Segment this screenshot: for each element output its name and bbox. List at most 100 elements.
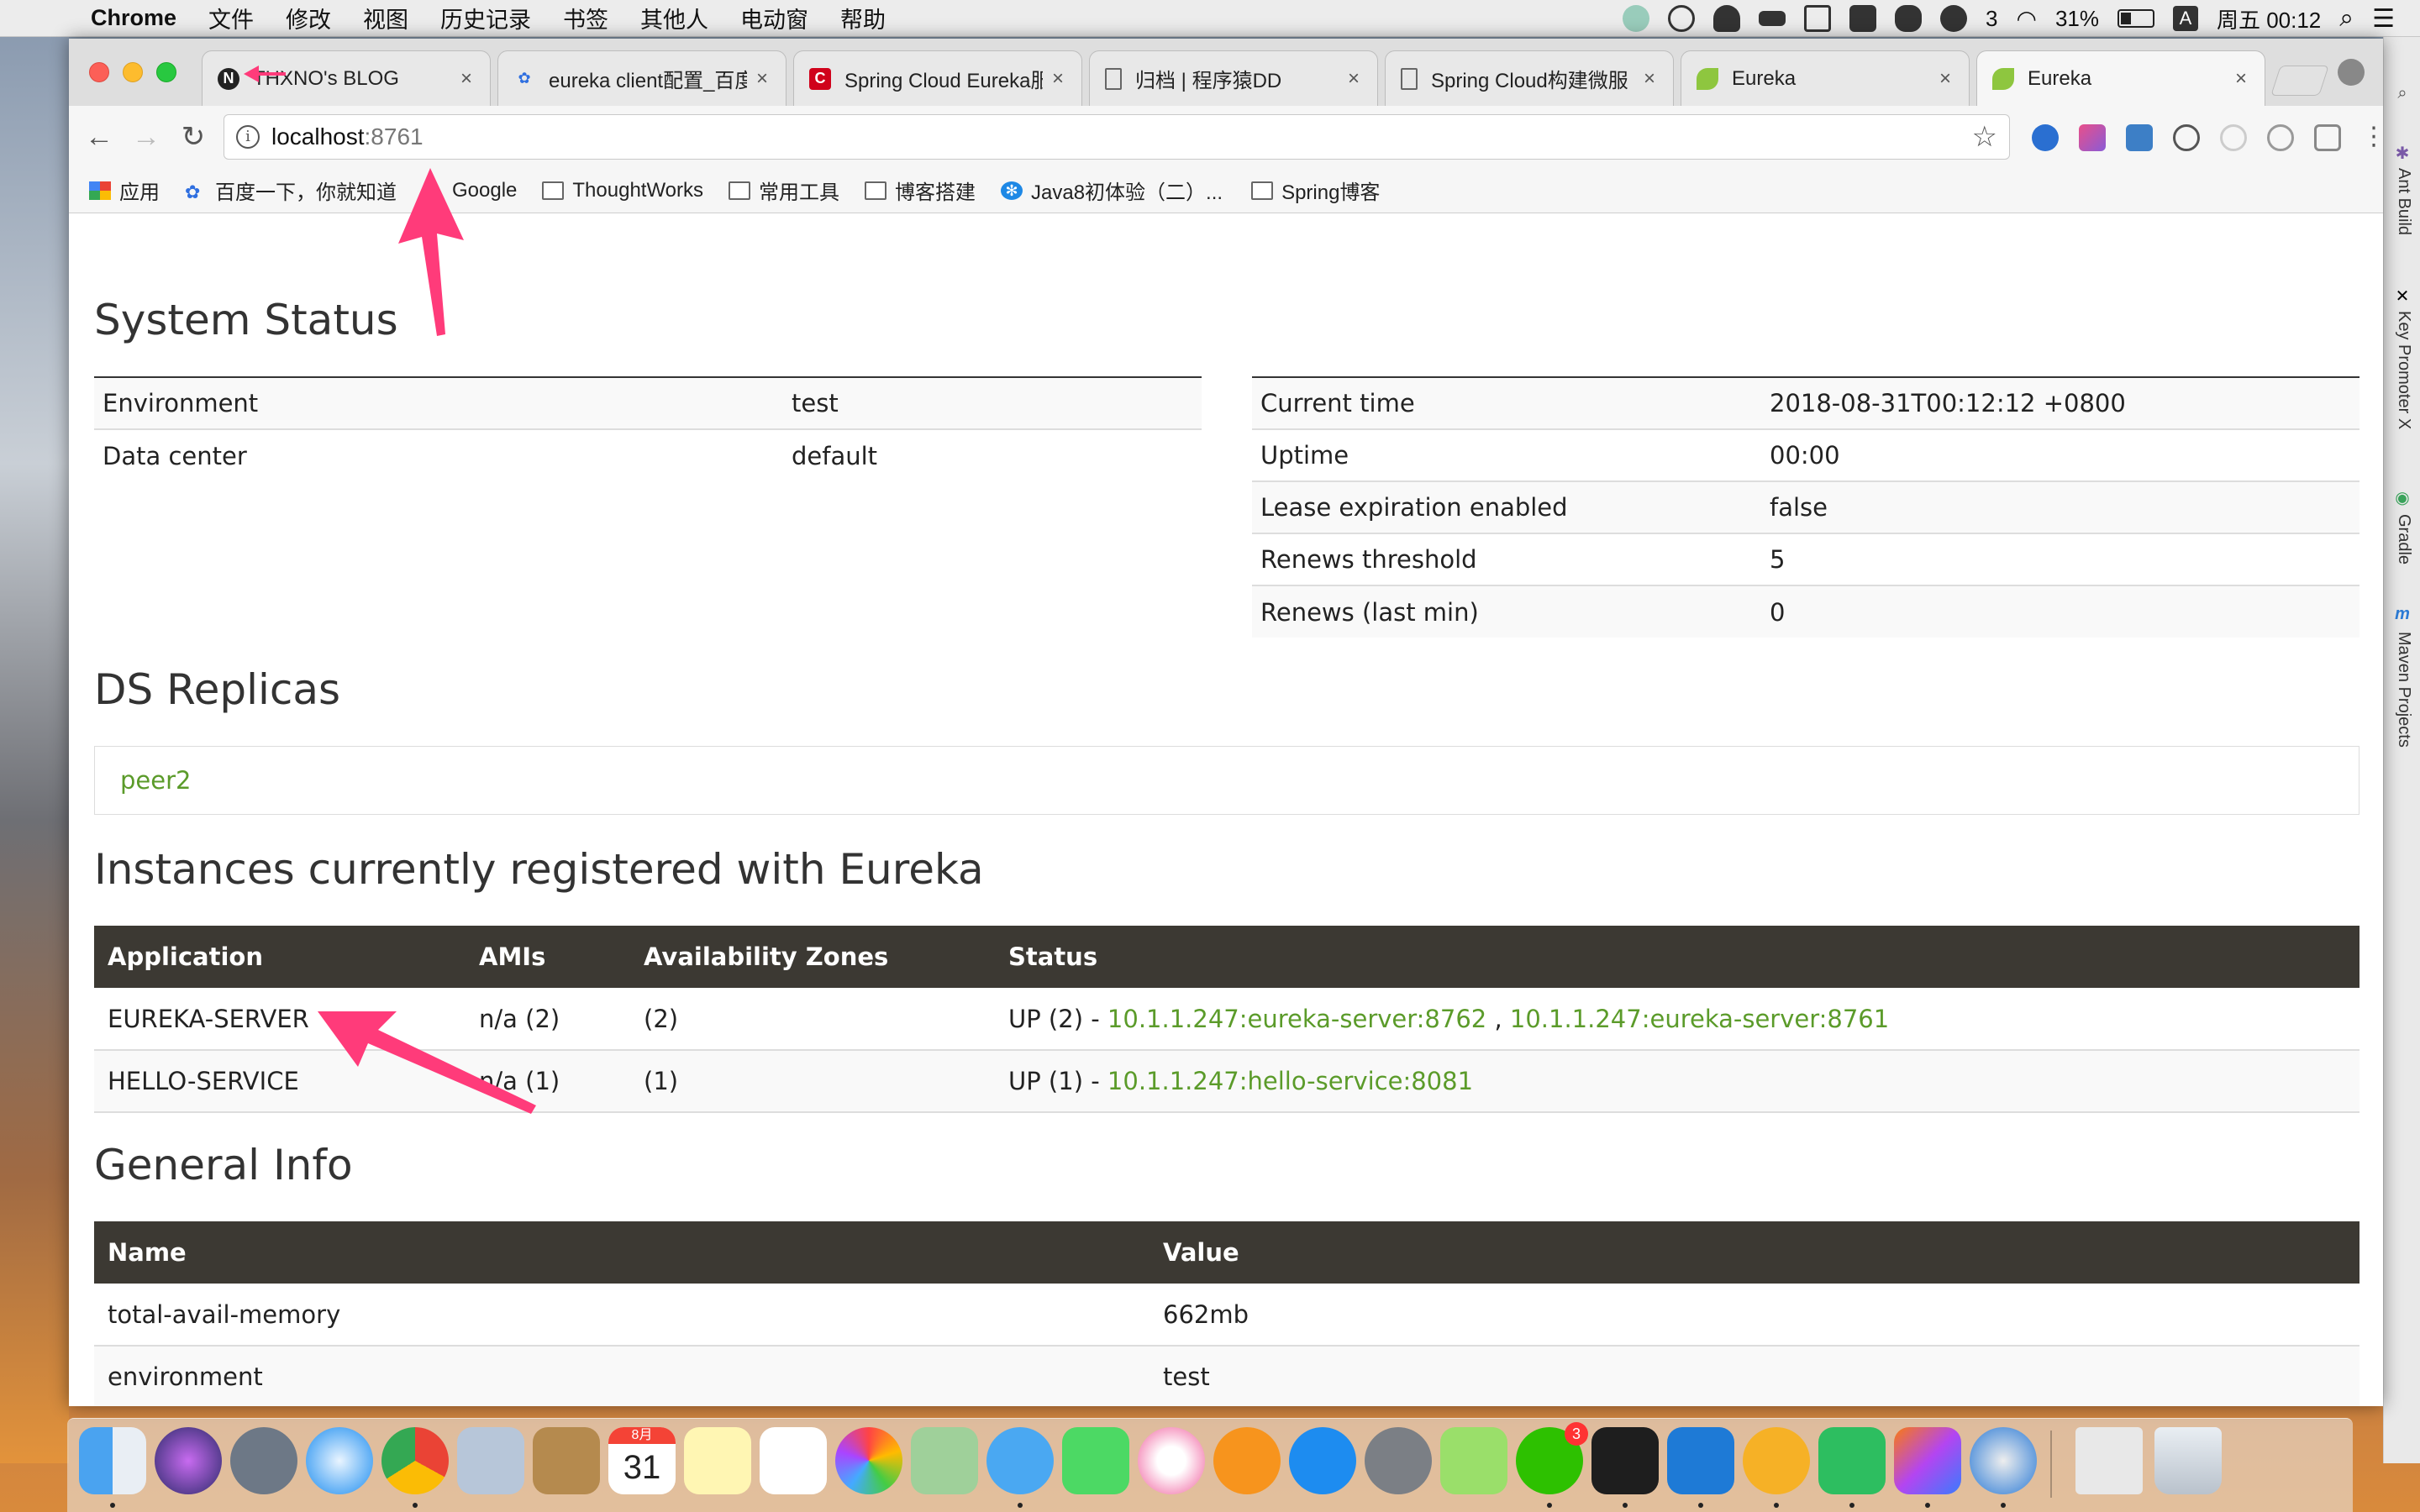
replica-link[interactable]: peer2 [120, 766, 191, 795]
trash-icon[interactable] [2154, 1427, 2222, 1494]
bookmark-folder-tools[interactable]: 常用工具 [729, 176, 839, 205]
notes-icon[interactable] [684, 1427, 751, 1494]
instance-link[interactable]: 10.1.1.247:eureka-server:8762 [1107, 1005, 1486, 1033]
forward-arrow-icon[interactable]: → [129, 120, 163, 154]
chrome-menu-icon[interactable]: ⋮ [2361, 124, 2383, 151]
tab-archive-dd[interactable]: 归档 | 程序猿DD × [1089, 50, 1378, 106]
menu-bookmarks[interactable]: 书签 [563, 2, 608, 34]
gradle-tool[interactable]: Gradle [2391, 514, 2413, 564]
bookmark-google[interactable]: G Google [422, 179, 517, 204]
xmind-icon[interactable] [1440, 1427, 1507, 1494]
photos-icon[interactable] [835, 1427, 902, 1494]
qq-status-icon[interactable] [1713, 5, 1741, 32]
close-icon[interactable]: × [2233, 67, 2249, 91]
tab-eureka-1[interactable]: Eureka × [1681, 50, 1970, 106]
contacts-icon[interactable] [533, 1427, 600, 1494]
bookmark-baidu[interactable]: ✿ 百度一下，你就知道 [185, 176, 397, 205]
extension-icon-6[interactable] [2267, 124, 2294, 151]
app-store-icon[interactable] [1289, 1427, 1356, 1494]
menu-help[interactable]: 帮助 [840, 2, 886, 34]
menu-view[interactable]: 视图 [363, 2, 408, 34]
profile-avatar-icon[interactable] [2338, 59, 2365, 86]
menubar-app-name[interactable]: Chrome [91, 5, 176, 31]
intellij-idea-icon[interactable] [1894, 1427, 1961, 1494]
back-arrow-icon[interactable]: ← [82, 120, 116, 154]
instance-link[interactable]: 10.1.1.247:hello-service:8081 [1107, 1067, 1473, 1095]
extension-icon-7[interactable] [2314, 124, 2341, 151]
wifi-icon[interactable]: ◠ [2017, 5, 2037, 33]
baidu-status-icon[interactable] [1623, 5, 1650, 32]
menu-history[interactable]: 历史记录 [440, 2, 531, 34]
battery-icon[interactable] [2117, 9, 2154, 28]
vpn-icon[interactable] [1970, 1427, 2037, 1494]
facetime-icon[interactable] [1062, 1427, 1129, 1494]
chat-app-icon[interactable] [1743, 1427, 1810, 1494]
tab-spring-cloud-eureka[interactable]: C Spring Cloud Eureka服 × [793, 50, 1082, 106]
site-info-icon[interactable]: i [236, 125, 260, 149]
notification-center-icon[interactable]: ☰ [2372, 4, 2395, 34]
docker-status-icon[interactable] [1759, 11, 1786, 26]
wechat-status-icon[interactable] [1940, 5, 1968, 32]
calendar-icon[interactable]: 8月 31 [608, 1427, 676, 1494]
close-icon[interactable]: × [1050, 67, 1066, 91]
itunes-icon[interactable] [1138, 1427, 1205, 1494]
ant-build-tool[interactable]: Ant Build [2391, 168, 2413, 235]
close-icon[interactable]: × [754, 67, 771, 91]
terminal-icon[interactable] [1591, 1427, 1659, 1494]
tab-eureka-active[interactable]: Eureka × [1976, 50, 2265, 106]
ibooks-icon[interactable] [1213, 1427, 1281, 1494]
system-preferences-icon[interactable] [1365, 1427, 1432, 1494]
apple-icon[interactable] [30, 4, 59, 33]
extension-icon-3[interactable] [2126, 124, 2153, 151]
evernote-status-icon[interactable] [1895, 5, 1923, 32]
extension-icon-4[interactable] [2173, 124, 2200, 151]
window-status-icon[interactable] [1804, 5, 1832, 32]
evernote-icon[interactable] [1818, 1427, 1886, 1494]
close-icon[interactable]: × [1937, 67, 1954, 91]
key-promoter-tool[interactable]: Key Promoter X [2391, 311, 2413, 429]
url-text[interactable]: localhost:8761 [271, 123, 424, 150]
spotlight-search-icon[interactable]: ⌕ [2339, 4, 2354, 33]
tab-eureka-client-baidu[interactable]: ✿ eureka client配置_百度 × [497, 50, 786, 106]
s-status-icon[interactable] [1849, 5, 1877, 32]
safari-icon[interactable] [306, 1427, 373, 1494]
menu-edit[interactable]: 修改 [286, 2, 331, 34]
menu-window[interactable]: 电动窗 [740, 2, 808, 34]
close-icon[interactable]: × [1641, 67, 1658, 91]
bookmark-apps[interactable]: 应用 [89, 176, 160, 205]
wechat-icon[interactable]: 3 [1516, 1422, 1588, 1494]
menu-people[interactable]: 其他人 [640, 2, 708, 34]
zip-archive-icon[interactable] [2075, 1427, 2143, 1494]
bookmark-folder-spring[interactable]: Spring博客 [1251, 176, 1380, 205]
instance-link[interactable]: 10.1.1.247:eureka-server:8761 [1510, 1005, 1889, 1033]
address-bar[interactable]: i localhost:8761 ☆ [224, 114, 2010, 160]
launchpad-icon[interactable] [230, 1427, 297, 1494]
messages-icon[interactable] [986, 1427, 1054, 1494]
window-zoom-button[interactable] [156, 62, 176, 82]
bookmark-star-icon[interactable]: ☆ [1972, 120, 1997, 154]
reload-icon[interactable]: ↻ [176, 120, 210, 154]
close-icon[interactable]: × [458, 67, 475, 91]
menu-file[interactable]: 文件 [208, 2, 254, 34]
siri-icon[interactable] [155, 1427, 222, 1494]
chrome-icon[interactable] [381, 1427, 449, 1494]
extension-icon-5[interactable] [2220, 124, 2247, 151]
search-icon[interactable]: ⌕ [2393, 84, 2412, 102]
extension-icon-1[interactable] [2032, 124, 2059, 151]
window-close-button[interactable] [89, 62, 109, 82]
extension-icon-2[interactable] [2079, 124, 2106, 151]
bookmark-folder-thoughtworks[interactable]: ThoughtWorks [542, 179, 703, 202]
vscode-icon[interactable] [1667, 1427, 1734, 1494]
bookmark-folder-blog-setup[interactable]: 博客搭建 [865, 176, 976, 205]
input-method-indicator[interactable]: A [2172, 6, 2198, 31]
mail-icon[interactable] [457, 1427, 524, 1494]
window-minimize-button[interactable] [123, 62, 143, 82]
finder-icon[interactable] [79, 1427, 146, 1494]
reminders-icon[interactable] [760, 1427, 827, 1494]
maven-projects-tool[interactable]: Maven Projects [2391, 632, 2413, 748]
tab-spring-cloud-microservice[interactable]: Spring Cloud构建微服 × [1385, 50, 1674, 106]
tab-thxno-blog[interactable]: N THXNO's BLOG × [202, 50, 491, 106]
new-tab-button[interactable] [2270, 66, 2329, 96]
maps-icon[interactable] [911, 1427, 978, 1494]
chat-status-icon[interactable] [1668, 5, 1696, 32]
